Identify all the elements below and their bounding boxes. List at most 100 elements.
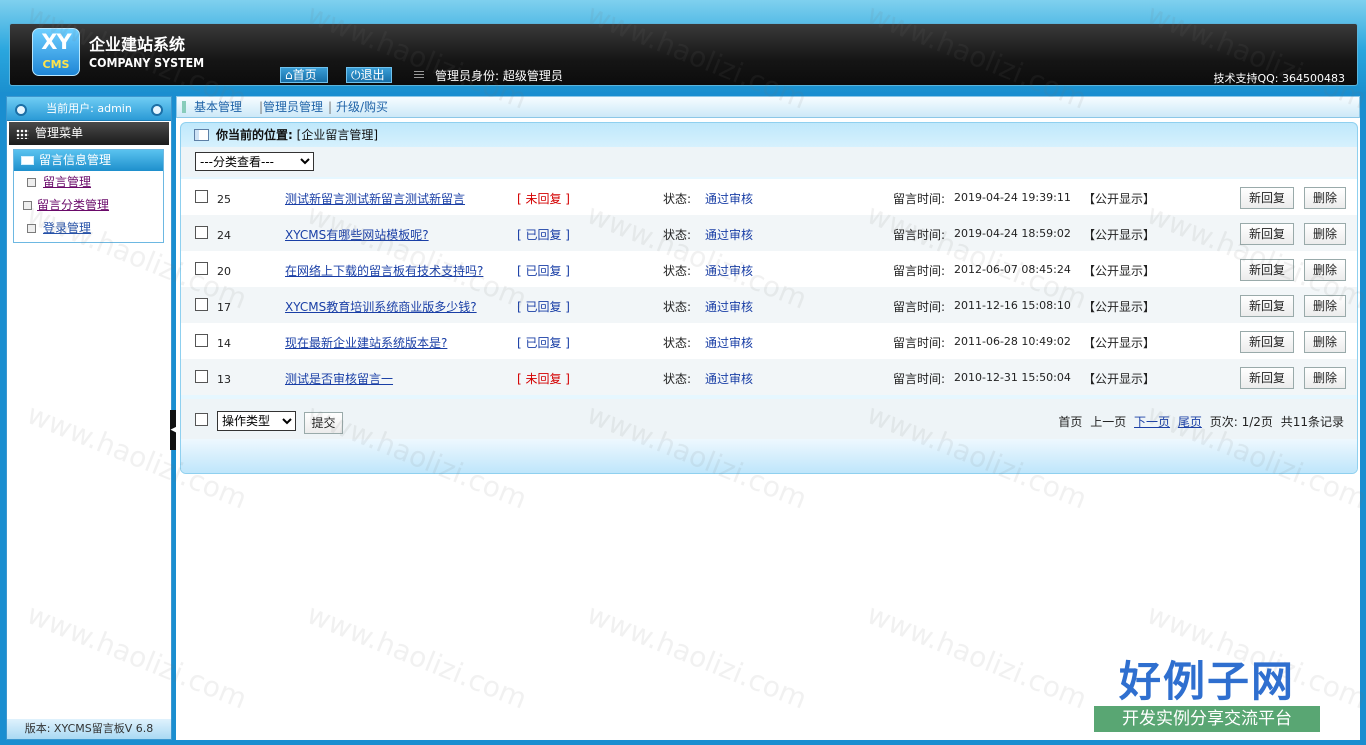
menu-section: 留言信息管理 留言管理 留言分类管理 登录管理 xyxy=(13,149,164,243)
haolizi-watermark-logo: 好例子网 开发实例分享交流平台 xyxy=(1094,648,1320,738)
watermark-brand-subtitle: 开发实例分享交流平台 xyxy=(1094,706,1320,732)
pin-icon xyxy=(151,104,163,116)
row-checkbox[interactable] xyxy=(195,262,208,275)
message-id: 20 xyxy=(217,265,231,278)
row-checkbox[interactable] xyxy=(195,334,208,347)
message-id: 13 xyxy=(217,373,231,386)
submit-button[interactable]: 提交 xyxy=(304,412,343,434)
message-title-link[interactable]: 在网络上下载的留言板有技术支持吗? xyxy=(285,262,483,279)
breadcrumb: 你当前的位置: [企业留言管理] xyxy=(181,123,1357,147)
message-list: 25 测试新留言测试新留言测试新留言[ 未回复 ] 状态: 通过审核 留言时间: 2019… xyxy=(181,179,1357,395)
table-row: 24 XYCMS有哪些网站模板呢? [ 已回复 ] 状态: 通过审核 留言时间: 2019-… xyxy=(181,215,1357,251)
table-row: 13 测试是否审核留言一 [ 未回复 ] 状态: 通过审核 留言时间: 2010-12-31… xyxy=(181,359,1357,395)
message-title-link[interactable]: XYCMS有哪些网站模板呢? xyxy=(285,226,429,243)
reply-status: [ 已回复 ] xyxy=(517,336,570,350)
time-label: 留言时间: xyxy=(893,192,946,206)
row-checkbox[interactable] xyxy=(195,190,208,203)
logo-cms-text: CMS xyxy=(42,58,70,71)
time-label: 留言时间: xyxy=(893,264,946,278)
nav-upgrade-buy[interactable]: 升级/购买 xyxy=(336,97,388,117)
message-time: 2011-06-28 10:49:02 xyxy=(954,335,1071,348)
row-checkbox[interactable] xyxy=(195,226,208,239)
reply-status: [ 已回复 ] xyxy=(517,300,570,314)
table-row: 25 测试新留言测试新留言测试新留言 [ 未回复 ] 状态: 通过审核 留言时间: 2019… xyxy=(181,179,1357,215)
time-label: 留言时间: xyxy=(893,372,946,386)
operation-type-select[interactable]: 操作类型 xyxy=(217,411,296,431)
sidebar: 当前用户: admin 管理菜单 留言信息管理 留言管理 留言分类管理 登录管理… xyxy=(6,96,172,740)
category-filter-select[interactable]: ---分类查看--- xyxy=(195,152,314,171)
public-status: 【公开显示】 xyxy=(1083,228,1156,242)
delete-button[interactable]: 删除 xyxy=(1304,295,1346,317)
pager-next[interactable]: 下一页 xyxy=(1134,415,1170,429)
table-icon xyxy=(194,129,209,141)
row-checkbox[interactable] xyxy=(195,370,208,383)
pager-last[interactable]: 尾页 xyxy=(1178,415,1202,429)
message-title-link[interactable]: XYCMS教育培训系统商业版多少钱? xyxy=(285,298,477,315)
panel-footer xyxy=(181,439,1357,473)
delete-button[interactable]: 删除 xyxy=(1304,223,1346,245)
page-icon xyxy=(23,201,32,210)
status-label: 状态: xyxy=(663,192,692,206)
row-checkbox[interactable] xyxy=(195,298,208,311)
new-reply-button[interactable]: 新回复 xyxy=(1240,295,1294,317)
logout-button-label: 退出 xyxy=(360,68,385,82)
sidebar-item-message-manage[interactable]: 留言管理 xyxy=(43,173,91,191)
message-time: 2019-04-24 19:39:11 xyxy=(954,191,1071,204)
message-time: 2011-12-16 15:08:10 xyxy=(954,299,1071,312)
public-status: 【公开显示】 xyxy=(1083,264,1156,278)
nav-separator: | xyxy=(328,100,333,114)
select-all-checkbox[interactable] xyxy=(195,413,208,426)
nav-icon xyxy=(182,101,186,113)
audit-status: 通过审核 xyxy=(705,228,754,242)
filter-bar: ---分类查看--- xyxy=(181,147,1357,177)
new-reply-button[interactable]: 新回复 xyxy=(1240,259,1294,281)
delete-button[interactable]: 删除 xyxy=(1304,367,1346,389)
sidebar-item-category-manage[interactable]: 留言分类管理 xyxy=(37,196,109,214)
new-reply-button[interactable]: 新回复 xyxy=(1240,187,1294,209)
message-id: 14 xyxy=(217,337,231,350)
sidebar-item-login-manage[interactable]: 登录管理 xyxy=(43,219,91,237)
public-status: 【公开显示】 xyxy=(1083,372,1156,386)
audit-status: 通过审核 xyxy=(705,336,754,350)
menu-section-header[interactable]: 留言信息管理 xyxy=(14,150,163,171)
audit-status: 通过审核 xyxy=(705,264,754,278)
power-icon: ⏻ xyxy=(351,68,361,82)
message-time: 2012-06-07 08:45:24 xyxy=(954,263,1071,276)
new-reply-button[interactable]: 新回复 xyxy=(1240,223,1294,245)
home-button-label: 首页 xyxy=(292,68,317,82)
delete-button[interactable]: 删除 xyxy=(1304,259,1346,281)
pager-total: 共11条记录 xyxy=(1280,415,1344,429)
app-header: XY CMS 企业建站系统 COMPANY SYSTEM ⌂首页 ⏻退出 管理员… xyxy=(0,0,1366,92)
page-icon xyxy=(27,178,36,187)
audit-status: 通过审核 xyxy=(705,300,754,314)
brand-title-cn: 企业建站系统 xyxy=(89,35,186,54)
reply-status: [ 已回复 ] xyxy=(517,228,570,242)
nav-admin-manage[interactable]: 管理员管理 xyxy=(263,97,323,117)
table-row: 17 XYCMS教育培训系统商业版多少钱? [ 已回复 ] 状态: 通过审核 留言时间: 2… xyxy=(181,287,1357,323)
nav-basic-manage[interactable]: 基本管理 xyxy=(194,97,242,117)
status-label: 状态: xyxy=(663,336,692,350)
pagination: 首页 上一页 下一页 尾页 页次: 1/2页 共11条记录 xyxy=(1054,413,1344,430)
home-button[interactable]: ⌂首页 xyxy=(280,67,328,83)
message-title-link[interactable]: 测试是否审核留言一 xyxy=(285,370,393,387)
current-user-label: 当前用户: admin xyxy=(46,102,132,115)
home-icon: ⌂ xyxy=(285,68,293,82)
logo-xy-text: XY xyxy=(41,30,71,54)
delete-button[interactable]: 删除 xyxy=(1304,187,1346,209)
menu-header: 管理菜单 xyxy=(9,122,169,145)
public-status: 【公开显示】 xyxy=(1083,336,1156,350)
message-title-link[interactable]: 现在最新企业建站系统版本是? xyxy=(285,334,447,351)
bulk-action-bar: 操作类型 提交 首页 上一页 下一页 尾页 页次: 1/2页 共11条记录 xyxy=(181,399,1357,441)
new-reply-button[interactable]: 新回复 xyxy=(1240,331,1294,353)
status-label: 状态: xyxy=(663,264,692,278)
new-reply-button[interactable]: 新回复 xyxy=(1240,367,1294,389)
section-icon xyxy=(21,156,34,165)
logout-button[interactable]: ⏻退出 xyxy=(346,67,392,83)
main-content: 基本管理 | 管理员管理 | 升级/购买 你当前的位置: [企业留言管理] --… xyxy=(176,96,1360,740)
message-title-link[interactable]: 测试新留言测试新留言测试新留言 xyxy=(285,190,465,207)
reply-status: [ 未回复 ] xyxy=(517,372,570,386)
reply-status: [ 未回复 ] xyxy=(517,192,570,206)
delete-button[interactable]: 删除 xyxy=(1304,331,1346,353)
message-time: 2010-12-31 15:50:04 xyxy=(954,371,1071,384)
support-info: 技术支持QQ: 364500483 xyxy=(1213,72,1345,85)
